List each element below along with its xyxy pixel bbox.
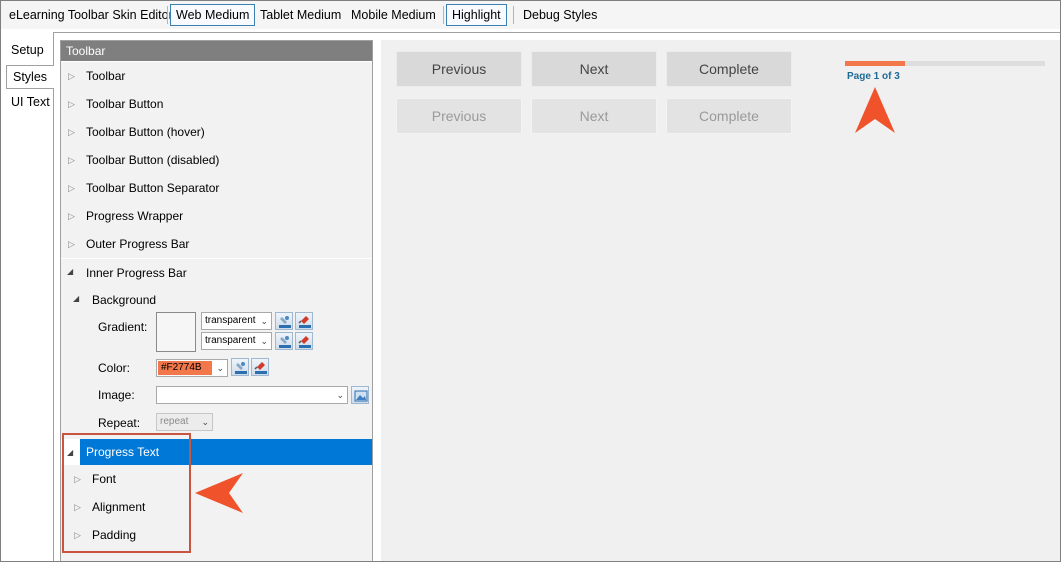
gradient-label: Gradient: [98, 320, 148, 334]
preview-next-button-disabled: Next [531, 98, 657, 134]
color-select[interactable]: #F2774B ⌄ [156, 359, 228, 377]
expand-arrow-icon[interactable]: ▷ [68, 174, 75, 202]
inner-progress-bar-group: ◢ Inner Progress Bar ◢ Background Gradie… [61, 259, 372, 439]
gradient-from-select[interactable]: transparent ⌄ [201, 312, 272, 330]
gradient-from-value: transparent [205, 315, 256, 326]
tree-item-inner-progress-bar[interactable]: Inner Progress Bar [86, 266, 187, 280]
toolbar-separator [513, 6, 514, 24]
tree-item-toolbar-button-separator[interactable]: ▷ Toolbar Button Separator [61, 174, 372, 202]
chevron-down-icon: ⌄ [260, 336, 268, 346]
color-value-chip: #F2774B [158, 361, 212, 375]
tree-item-label: Toolbar Button Separator [86, 181, 220, 195]
web-medium-button[interactable]: Web Medium [170, 4, 256, 26]
tree-item-label: Toolbar Button (disabled) [86, 153, 220, 167]
toolbar-separator [167, 6, 168, 24]
tree-item-label: Progress Wrapper [86, 209, 184, 223]
clear-color-icon[interactable] [295, 332, 313, 350]
tab-ui-text[interactable]: UI Text [5, 91, 53, 115]
chevron-down-icon: ⌄ [260, 316, 268, 326]
eyedropper-icon[interactable] [231, 358, 249, 376]
eyedropper-icon[interactable] [275, 312, 293, 330]
tablet-medium-button[interactable]: Tablet Medium [254, 4, 347, 26]
tree-header: Toolbar [61, 41, 372, 61]
tree-item-progress-wrapper[interactable]: ▷ Progress Wrapper [61, 202, 372, 230]
expand-arrow-icon[interactable]: ▷ [68, 230, 75, 258]
repeat-label: Repeat: [98, 416, 141, 430]
top-toolbar: eLearning Toolbar Skin Editor Web Medium… [1, 1, 1060, 29]
background-group-label[interactable]: Background [92, 293, 156, 307]
chevron-down-icon: ⌄ [216, 363, 224, 373]
image-select[interactable]: ⌄ [156, 386, 348, 404]
mobile-medium-button[interactable]: Mobile Medium [345, 4, 442, 26]
callout-arrow-up-icon [855, 87, 895, 133]
tree-item-label: Toolbar Button (hover) [86, 125, 205, 139]
tree-item-toolbar-button-hover[interactable]: ▷ Toolbar Button (hover) [61, 118, 372, 146]
image-label: Image: [98, 388, 135, 402]
preview-next-button[interactable]: Next [531, 51, 657, 87]
skin-editor-window: eLearning Toolbar Skin Editor Web Medium… [0, 0, 1061, 562]
eyedropper-icon[interactable] [275, 332, 293, 350]
outer-progress-bar [845, 61, 1045, 66]
expand-arrow-icon[interactable]: ▷ [68, 118, 75, 146]
progress-text: Page 1 of 3 [847, 71, 900, 82]
preview-previous-button[interactable]: Previous [396, 51, 522, 87]
tree-item-outer-progress-bar[interactable]: ▷ Outer Progress Bar [61, 230, 372, 258]
tree-item-toolbar-button-disabled[interactable]: ▷ Toolbar Button (disabled) [61, 146, 372, 174]
gradient-preview-swatch [156, 312, 196, 352]
repeat-value: repeat [160, 416, 189, 427]
clear-color-icon[interactable] [295, 312, 313, 330]
preview-complete-button-disabled: Complete [666, 98, 792, 134]
toolbar-preview: Previous Next Complete Previous Next Com… [381, 40, 1060, 561]
debug-styles-button[interactable]: Debug Styles [517, 4, 603, 26]
tree-item-toolbar-button[interactable]: ▷ Toolbar Button [61, 90, 372, 118]
clear-color-icon[interactable] [251, 358, 269, 376]
preview-previous-button-disabled: Previous [396, 98, 522, 134]
expand-arrow-icon[interactable]: ▷ [68, 62, 75, 90]
highlight-toggle[interactable]: Highlight [446, 4, 507, 26]
tree-item-label: Toolbar Button [86, 97, 164, 111]
callout-arrow-left-icon [195, 473, 243, 513]
tree-item-label: Outer Progress Bar [86, 237, 190, 251]
gradient-to-value: transparent [205, 335, 256, 346]
tree-item-label: Toolbar [86, 69, 126, 83]
image-browse-icon[interactable] [351, 386, 369, 404]
chevron-down-icon: ⌄ [201, 417, 209, 427]
expand-arrow-icon[interactable]: ▷ [68, 202, 75, 230]
chevron-down-icon: ⌄ [336, 390, 344, 400]
tab-styles[interactable]: Styles [6, 65, 54, 89]
tab-setup[interactable]: Setup [5, 39, 53, 63]
collapse-arrow-icon[interactable]: ◢ [67, 267, 73, 276]
expand-arrow-icon[interactable]: ▷ [68, 146, 75, 174]
repeat-select[interactable]: repeat ⌄ [156, 413, 213, 431]
app-title: eLearning Toolbar Skin Editor [9, 8, 173, 22]
expand-arrow-icon[interactable]: ▷ [68, 90, 75, 118]
color-label: Color: [98, 361, 131, 375]
highlight-box [62, 433, 191, 553]
preview-complete-button[interactable]: Complete [666, 51, 792, 87]
collapse-arrow-icon[interactable]: ◢ [73, 294, 79, 303]
inner-progress-bar [845, 61, 905, 66]
toolbar-separator [443, 6, 444, 24]
tree-item-toolbar[interactable]: ▷ Toolbar [61, 62, 372, 90]
gradient-to-select[interactable]: transparent ⌄ [201, 332, 272, 350]
